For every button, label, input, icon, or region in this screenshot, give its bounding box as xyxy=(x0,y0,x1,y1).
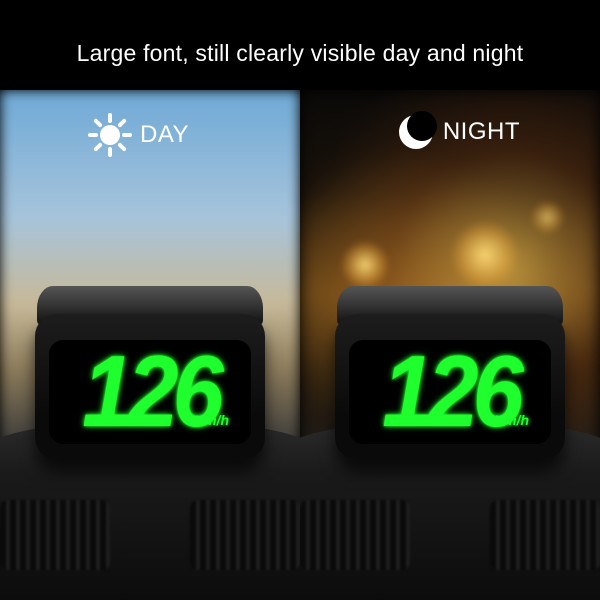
bokeh-light xyxy=(450,220,520,290)
headline-text: Large font, still clearly visible day an… xyxy=(0,40,600,67)
day-panel: 126 Km/h xyxy=(0,90,300,600)
device-body: 126 Km/h xyxy=(335,314,565,460)
bokeh-light xyxy=(530,200,565,235)
speed-unit: Km/h xyxy=(494,412,529,428)
hud-device: 126 Km/h xyxy=(335,300,565,460)
night-panel: 126 Km/h xyxy=(300,90,600,600)
day-label: DAY xyxy=(140,121,189,149)
device-screen: 126 Km/h xyxy=(49,340,251,444)
air-vent xyxy=(0,500,110,570)
air-vent xyxy=(190,500,300,570)
day-indicator: DAY xyxy=(90,115,189,155)
night-indicator: NIGHT xyxy=(399,115,520,149)
air-vent xyxy=(300,500,410,570)
comparison-panels: 126 Km/h 126 Km/h xyxy=(0,90,600,600)
sun-icon xyxy=(90,115,130,155)
speed-unit: Km/h xyxy=(194,412,229,428)
air-vent xyxy=(490,500,600,570)
moon-icon xyxy=(399,115,433,149)
device-body: 126 Km/h xyxy=(35,314,265,460)
hud-device: 126 Km/h xyxy=(35,300,265,460)
bokeh-light xyxy=(340,240,390,290)
device-screen: 126 Km/h xyxy=(349,340,551,444)
night-label: NIGHT xyxy=(443,118,520,146)
